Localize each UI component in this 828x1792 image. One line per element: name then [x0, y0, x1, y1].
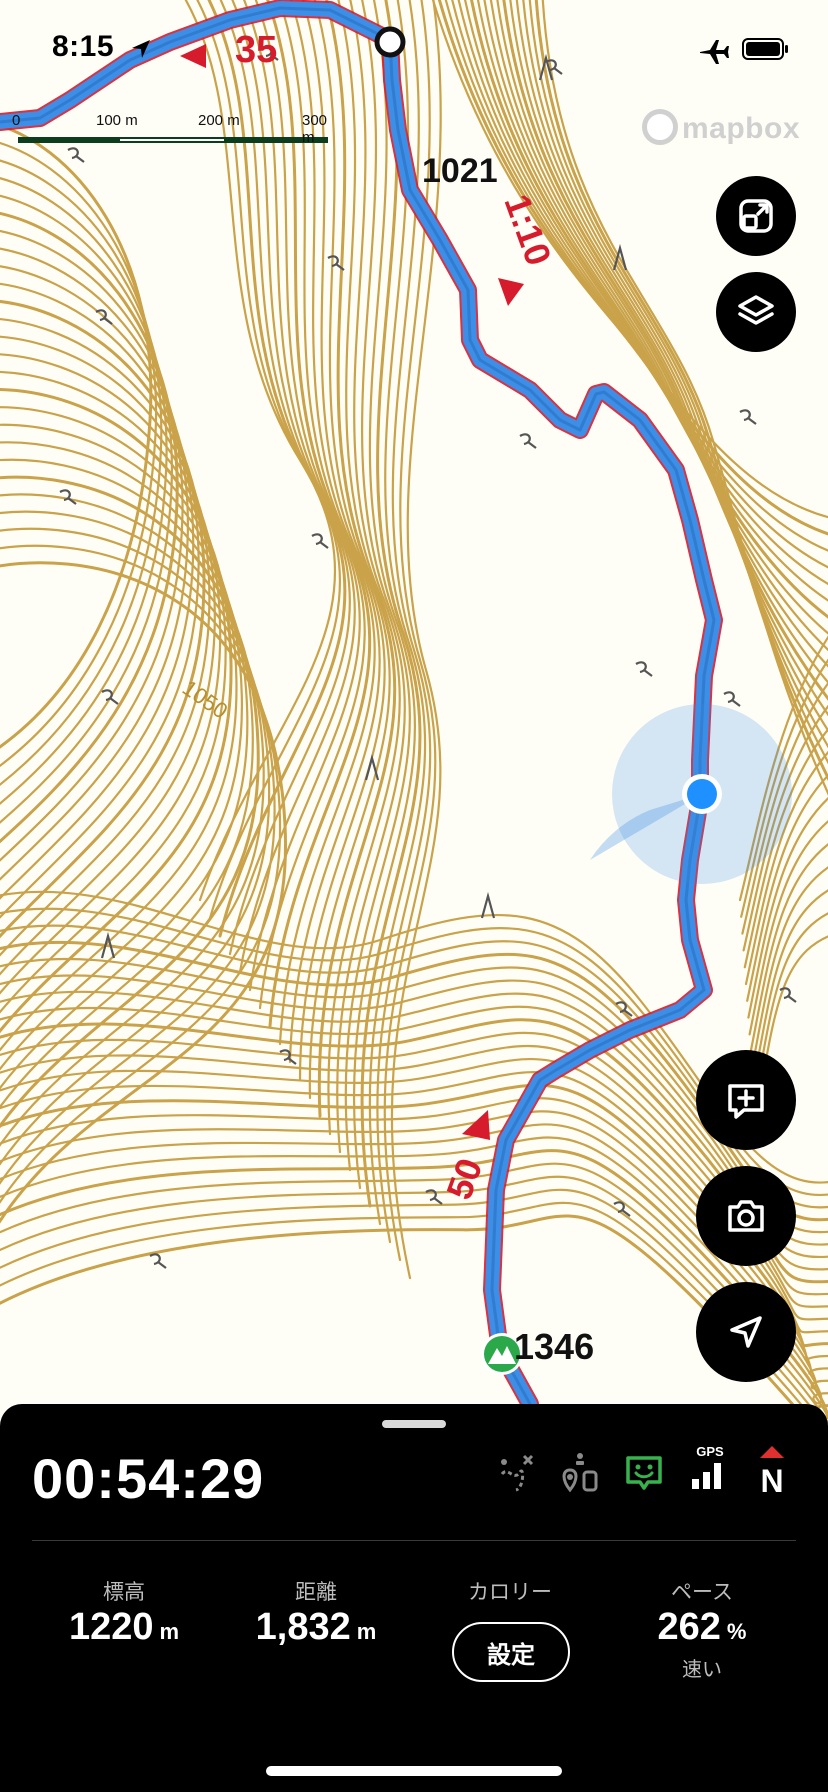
elapsed-time: 00:54:29 [32, 1447, 265, 1510]
distance-unit: m [356, 1619, 377, 1644]
elevation-unit: m [159, 1619, 180, 1644]
pace-label: ペース [671, 1581, 733, 1604]
compass-indicator[interactable]: N [754, 1444, 790, 1498]
gps-label: GPS [696, 1444, 724, 1459]
airplane-mode-icon [700, 40, 729, 64]
status-message-icon[interactable] [622, 1452, 666, 1496]
pace-stat: ペース 262% 速い [612, 1576, 792, 1682]
peak-label-1021: 1021 [422, 152, 498, 190]
location-services-icon [132, 40, 150, 58]
signal-bars-icon [692, 1463, 721, 1489]
distance-stat: 距離 1,832 m [226, 1576, 406, 1649]
status-time: 8:15 [52, 30, 115, 63]
distance-label: 距離 [295, 1581, 337, 1604]
navigate-button[interactable] [696, 1282, 796, 1382]
elevation-label: 標高 [103, 1581, 145, 1604]
scale-label-200: 200 m [198, 112, 240, 129]
calories-stat: カロリー [420, 1576, 600, 1606]
mapbox-logo-icon [642, 109, 678, 146]
pace-unit: % [726, 1619, 747, 1644]
map-layers-button[interactable] [716, 272, 796, 352]
pace-value: 262 [657, 1606, 721, 1648]
route-time-35: 35 [235, 29, 277, 71]
scale-label-0: 0 [12, 112, 21, 129]
map-scale-bar: 0 100 m 200 m 300 m [12, 112, 332, 148]
panel-drag-handle[interactable] [382, 1420, 446, 1428]
add-note-icon [728, 1084, 764, 1119]
route-start-marker[interactable] [374, 26, 406, 58]
pace-description: 速い [682, 1659, 722, 1681]
camera-icon [728, 1200, 764, 1232]
add-note-button[interactable] [696, 1050, 796, 1150]
battery-icon [742, 38, 788, 60]
compass-needle-icon [760, 1446, 784, 1458]
calorie-settings-button[interactable]: 設定 [452, 1622, 570, 1682]
navigation-arrow-icon [730, 1316, 762, 1348]
resize-map-button[interactable] [716, 176, 796, 256]
home-indicator[interactable] [266, 1766, 562, 1776]
mapbox-wordmark: mapbox [682, 112, 801, 145]
resize-icon [739, 199, 773, 233]
tracking-panel: 00:54:29 GPS N 標高 1220 m 距離 1,832 m カロリー 設… [0, 1404, 828, 1792]
scale-label-100: 100 m [96, 112, 138, 129]
compass-north-label: N [760, 1463, 784, 1499]
mapbox-attribution[interactable]: mapbox [642, 109, 801, 148]
gps-signal-indicator: GPS [690, 1444, 730, 1496]
route-off-icon[interactable] [494, 1452, 538, 1496]
scale-label-300: 300 m [302, 112, 328, 146]
layers-icon [738, 295, 774, 325]
camera-button[interactable] [696, 1166, 796, 1266]
calories-label: カロリー [468, 1581, 552, 1604]
elevation-value: 1220 [68, 1606, 154, 1648]
peak-label-1346: 1346 [514, 1326, 595, 1367]
elevation-stat: 標高 1220 m [34, 1576, 214, 1649]
panel-divider [32, 1540, 796, 1541]
share-location-icon[interactable] [558, 1452, 602, 1496]
distance-value: 1,832 [255, 1606, 351, 1648]
